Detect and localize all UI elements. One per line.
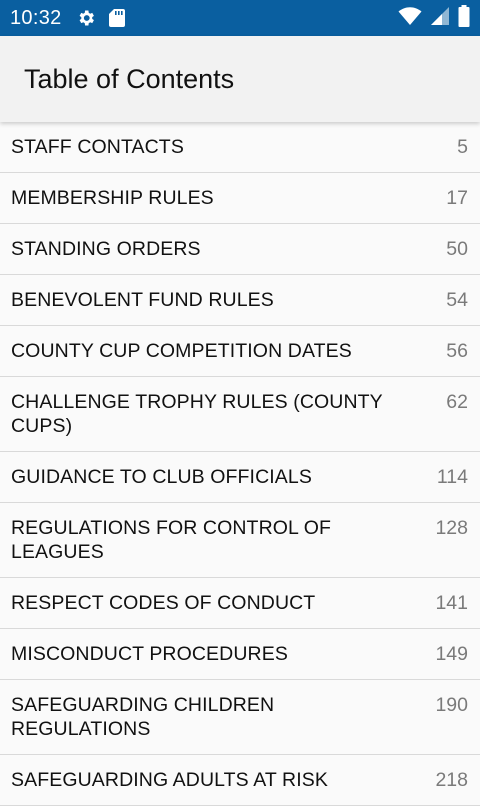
toc-item-benevolent-fund-rules[interactable]: BENEVOLENT FUND RULES 54 <box>0 275 480 326</box>
status-bar: 10:32 <box>0 0 480 36</box>
toc-item-page: 54 <box>446 289 468 311</box>
settings-icon <box>76 8 96 28</box>
toc-item-title: BENEVOLENT FUND RULES <box>11 289 274 311</box>
toc-item-title: SAFEGUARDING ADULTS AT RISK <box>11 769 328 791</box>
toc-item-title: GUIDANCE TO CLUB OFFICIALS <box>11 466 312 488</box>
toc-item-safeguarding-children-regulations[interactable]: SAFEGUARDING CHILDREN REGULATIONS 190 <box>0 680 480 755</box>
toc-item-standing-orders[interactable]: STANDING ORDERS 50 <box>0 224 480 275</box>
toc-item-staff-contacts[interactable]: STAFF CONTACTS 5 <box>0 122 480 173</box>
toc-item-title: MEMBERSHIP RULES <box>11 187 214 209</box>
toc-item-title: REGULATIONS FOR CONTROL OF LEAGUES <box>11 517 332 563</box>
toc-item-title: CHALLENGE TROPHY RULES (COUNTY CUPS) <box>11 391 383 437</box>
toc-item-title: MISCONDUCT PROCEDURES <box>11 643 288 665</box>
toc-item-title: STAFF CONTACTS <box>11 136 184 158</box>
toc-item-page: 190 <box>435 694 468 716</box>
toc-item-page: 62 <box>446 391 468 413</box>
toc-item-page: 218 <box>435 769 468 791</box>
toc-item-page: 141 <box>435 592 468 614</box>
toc-item-membership-rules[interactable]: MEMBERSHIP RULES 17 <box>0 173 480 224</box>
wifi-icon <box>398 6 422 31</box>
toc-item-page: 50 <box>446 238 468 260</box>
sd-card-icon <box>108 8 126 28</box>
battery-icon <box>458 4 470 32</box>
toc-item-respect-codes-of-conduct[interactable]: RESPECT CODES OF CONDUCT 141 <box>0 578 480 629</box>
toc-item-title: COUNTY CUP COMPETITION DATES <box>11 340 352 362</box>
toc-item-title: SAFEGUARDING CHILDREN REGULATIONS <box>11 694 275 740</box>
toc-item-page: 149 <box>435 643 468 665</box>
page-title: Table of Contents <box>24 63 235 94</box>
toc-list: STAFF CONTACTS 5 MEMBERSHIP RULES 17 STA… <box>0 122 480 806</box>
toc-item-page: 114 <box>436 466 468 488</box>
toc-item-misconduct-procedures[interactable]: MISCONDUCT PROCEDURES 149 <box>0 629 480 680</box>
toc-item-challenge-trophy-rules[interactable]: CHALLENGE TROPHY RULES (COUNTY CUPS) 62 <box>0 377 480 452</box>
toc-item-guidance-to-club-officials[interactable]: GUIDANCE TO CLUB OFFICIALS 114 <box>0 452 480 503</box>
status-right-icons <box>398 4 470 32</box>
toc-item-title: STANDING ORDERS <box>11 238 201 260</box>
signal-icon <box>430 6 450 31</box>
toc-item-page: 128 <box>435 517 468 539</box>
status-time: 10:32 <box>10 6 62 29</box>
toc-item-safeguarding-adults-at-risk[interactable]: SAFEGUARDING ADULTS AT RISK 218 <box>0 755 480 806</box>
toc-item-title: RESPECT CODES OF CONDUCT <box>11 592 316 614</box>
app-bar: Table of Contents <box>0 36 480 122</box>
toc-item-county-cup-competition-dates[interactable]: COUNTY CUP COMPETITION DATES 56 <box>0 326 480 377</box>
toc-item-page: 17 <box>446 187 468 209</box>
toc-item-page: 5 <box>457 136 468 158</box>
toc-item-page: 56 <box>446 340 468 362</box>
toc-item-regulations-for-control-of-leagues[interactable]: REGULATIONS FOR CONTROL OF LEAGUES 128 <box>0 503 480 578</box>
